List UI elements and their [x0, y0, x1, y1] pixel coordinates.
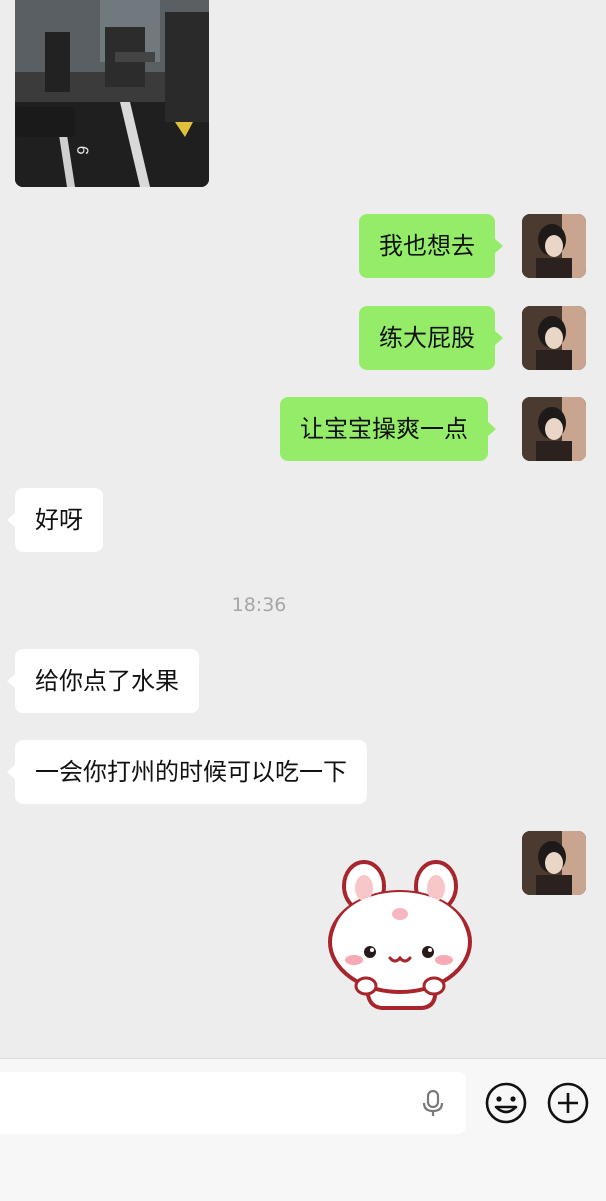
incoming-message-bubble[interactable]: 好呀 — [7, 488, 103, 552]
message-text: 好呀 — [35, 506, 83, 534]
outgoing-message-bubble[interactable]: 让宝宝操爽一点 — [280, 397, 496, 461]
chat-area: 6 我也想去 练大屁股 让宝宝操爽一点 好呀 18:36 给你点了水果 一会你打… — [0, 0, 606, 1058]
bunny-sticker[interactable] — [322, 856, 478, 1016]
message-text: 让宝宝操爽一点 — [300, 415, 468, 443]
microphone-icon[interactable] — [418, 1088, 448, 1118]
message-text: 我也想去 — [379, 232, 475, 260]
message-text: 给你点了水果 — [35, 667, 179, 695]
self-avatar[interactable] — [522, 397, 586, 461]
message-timestamp: 18:36 — [231, 594, 287, 616]
emoji-icon[interactable] — [484, 1081, 528, 1125]
self-avatar[interactable] — [522, 831, 586, 895]
outgoing-message-bubble[interactable]: 练大屁股 — [359, 306, 503, 370]
incoming-message-bubble[interactable]: 给你点了水果 — [7, 649, 199, 713]
incoming-message-bubble[interactable]: 一会你打州的时候可以吃一下 — [7, 740, 367, 804]
self-avatar[interactable] — [522, 306, 586, 370]
plus-icon[interactable] — [546, 1081, 590, 1125]
message-text: 练大屁股 — [379, 324, 475, 352]
message-text: 一会你打州的时候可以吃一下 — [35, 758, 347, 786]
self-avatar[interactable] — [522, 214, 586, 278]
input-bar — [0, 1058, 606, 1201]
gym-photo-message[interactable]: 6 — [15, 0, 209, 187]
outgoing-message-bubble[interactable]: 我也想去 — [359, 214, 503, 278]
message-input[interactable] — [0, 1072, 466, 1134]
svg-text:6: 6 — [73, 145, 91, 155]
